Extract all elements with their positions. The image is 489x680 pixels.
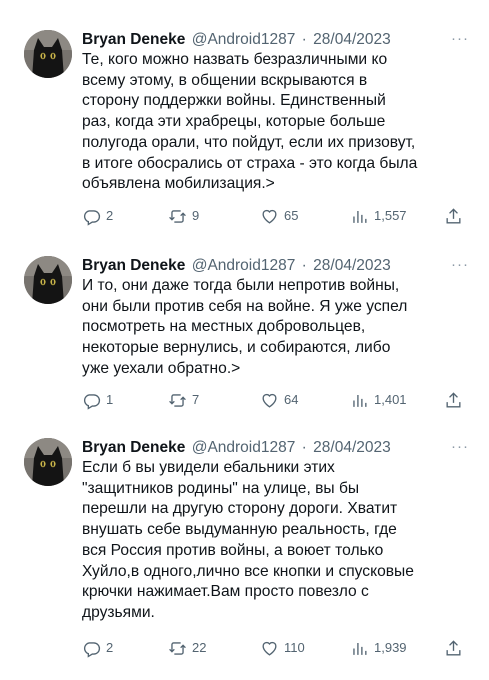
tweet-actions: 2 9 65 1,557 bbox=[82, 206, 467, 226]
views-icon bbox=[353, 210, 367, 223]
view-count: 1,939 bbox=[374, 640, 407, 655]
retweet-button[interactable]: 9 bbox=[168, 206, 199, 226]
reply-button[interactable]: 1 bbox=[82, 390, 113, 410]
share-button[interactable] bbox=[444, 206, 463, 226]
views-button[interactable]: 1,401 bbox=[350, 390, 407, 410]
separator: · bbox=[301, 257, 307, 274]
tweet-text: Те, кого можно назвать безразличными ко … bbox=[82, 51, 418, 193]
author-handle[interactable]: @Android1287 bbox=[192, 257, 296, 274]
retweet-icon bbox=[169, 393, 186, 407]
tweet-header: Bryan Deneke @Android1287 · 28/04/2023 bbox=[82, 30, 473, 50]
retweet-icon bbox=[169, 209, 186, 223]
view-count: 1,401 bbox=[374, 392, 407, 407]
reply-icon bbox=[83, 641, 101, 658]
view-count: 1,557 bbox=[374, 208, 407, 223]
like-button[interactable]: 64 bbox=[260, 390, 298, 410]
like-count: 65 bbox=[284, 208, 299, 223]
share-button[interactable] bbox=[444, 390, 463, 410]
like-count: 110 bbox=[284, 640, 305, 655]
avatar[interactable] bbox=[24, 438, 72, 486]
retweet-button[interactable]: 7 bbox=[168, 390, 199, 410]
tweet-actions: 2 22 110 1,939 bbox=[82, 638, 467, 658]
reply-count: 2 bbox=[106, 208, 114, 223]
tweet-text: И то, они даже тогда были непротив войны… bbox=[82, 277, 408, 377]
separator: · bbox=[301, 439, 307, 456]
tweet-date[interactable]: 28/04/2023 bbox=[313, 439, 391, 456]
like-count: 64 bbox=[284, 392, 299, 407]
tweet-thread: Bryan Deneke @Android1287 · 28/04/2023 ·… bbox=[0, 0, 489, 680]
share-button[interactable] bbox=[444, 638, 463, 658]
heart-icon bbox=[262, 209, 277, 224]
heart-icon bbox=[262, 641, 277, 656]
author-handle[interactable]: @Android1287 bbox=[192, 439, 296, 456]
retweet-button[interactable]: 22 bbox=[168, 638, 206, 658]
tweet-date[interactable]: 28/04/2023 bbox=[313, 257, 391, 274]
reply-icon bbox=[83, 209, 101, 226]
author-name[interactable]: Bryan Deneke bbox=[82, 439, 185, 456]
share-icon bbox=[446, 639, 461, 656]
share-icon bbox=[446, 207, 461, 224]
retweet-count: 22 bbox=[192, 640, 207, 655]
retweet-count: 9 bbox=[192, 208, 200, 223]
reply-button[interactable]: 2 bbox=[82, 206, 113, 226]
more-options-icon[interactable]: ··· bbox=[451, 257, 469, 272]
reply-count: 2 bbox=[106, 640, 114, 655]
views-icon bbox=[353, 642, 367, 655]
tweet-text: Если б вы увидели ебальники этих "защитн… bbox=[82, 459, 414, 621]
black-cat-avatar-icon bbox=[24, 30, 72, 78]
more-options-icon[interactable]: ··· bbox=[451, 31, 469, 46]
retweet-count: 7 bbox=[192, 392, 200, 407]
reply-icon bbox=[83, 393, 101, 410]
views-button[interactable]: 1,939 bbox=[350, 638, 407, 658]
reply-count: 1 bbox=[106, 392, 114, 407]
heart-icon bbox=[262, 393, 277, 408]
tweet-header: Bryan Deneke @Android1287 · 28/04/2023 bbox=[82, 256, 473, 276]
black-cat-avatar-icon bbox=[24, 256, 72, 304]
author-name[interactable]: Bryan Deneke bbox=[82, 257, 185, 274]
retweet-icon bbox=[169, 641, 186, 655]
avatar[interactable] bbox=[24, 256, 72, 304]
tweet-actions: 1 7 64 1,401 bbox=[82, 390, 467, 410]
separator: · bbox=[301, 31, 307, 48]
views-icon bbox=[353, 394, 367, 407]
share-icon bbox=[446, 391, 461, 408]
author-name[interactable]: Bryan Deneke bbox=[82, 31, 185, 48]
reply-button[interactable]: 2 bbox=[82, 638, 113, 658]
tweet-date[interactable]: 28/04/2023 bbox=[313, 31, 391, 48]
author-handle[interactable]: @Android1287 bbox=[192, 31, 296, 48]
avatar[interactable] bbox=[24, 30, 72, 78]
more-options-icon[interactable]: ··· bbox=[451, 439, 469, 454]
like-button[interactable]: 110 bbox=[260, 638, 305, 658]
tweet-header: Bryan Deneke @Android1287 · 28/04/2023 bbox=[82, 438, 473, 458]
black-cat-avatar-icon bbox=[24, 438, 72, 486]
views-button[interactable]: 1,557 bbox=[350, 206, 407, 226]
like-button[interactable]: 65 bbox=[260, 206, 298, 226]
